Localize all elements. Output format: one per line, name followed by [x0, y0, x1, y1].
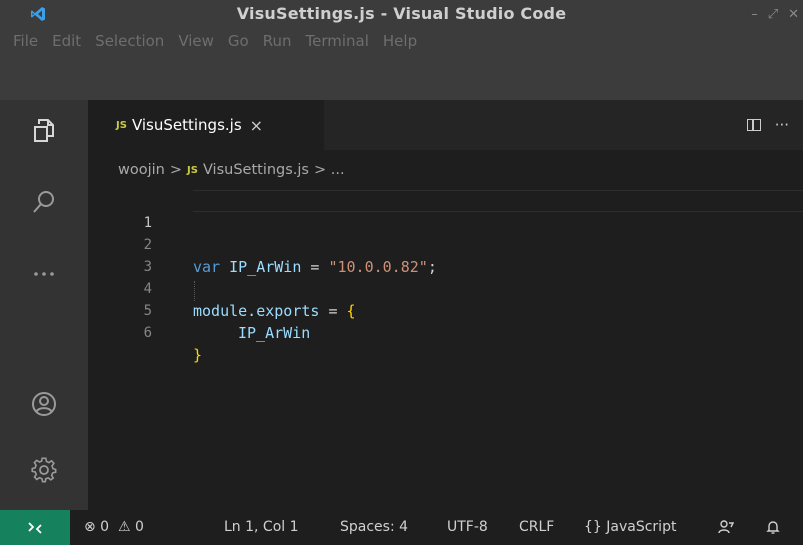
status-bar: ⊗ 0 ⚠ 0 Ln 1, Col 1 Spaces: 4 UTF-8 CRLF… [0, 510, 803, 545]
tab-close-icon[interactable]: × [250, 116, 263, 135]
notifications-bell-icon[interactable] [765, 510, 781, 545]
code-line: 3 [88, 234, 803, 275]
menu-help[interactable]: Help [376, 32, 424, 50]
code-line: 4 module.exports = { [88, 256, 803, 320]
more-actions-icon[interactable]: ··· [775, 116, 789, 134]
breadcrumb-folder[interactable]: woojin [118, 162, 165, 178]
close-window-icon[interactable]: ✕ [788, 7, 799, 22]
search-icon[interactable] [28, 186, 60, 218]
account-icon[interactable] [28, 388, 60, 420]
errors-count[interactable]: ⊗ 0 [84, 510, 109, 545]
line-number: 6 [143, 325, 152, 341]
code-text: IP_ArWin [238, 322, 310, 344]
code-line: 5 IP_ArWin [88, 278, 803, 342]
close-brace: } [193, 346, 203, 364]
tab-visusettings[interactable]: JS VisuSettings.js × [88, 100, 324, 150]
menu-terminal[interactable]: Terminal [299, 32, 376, 50]
indentation[interactable]: Spaces: 4 [340, 510, 408, 545]
menu-edit[interactable]: Edit [45, 32, 88, 50]
more-icon[interactable] [28, 258, 60, 290]
menu-selection[interactable]: Selection [88, 32, 171, 50]
code-line: 1 [88, 190, 803, 231]
split-editor-icon[interactable] [746, 119, 761, 131]
code-editor[interactable]: 1 2 var IP_ArWin = "10.0.0.82"; 3 4 modu… [88, 190, 803, 510]
title-bar: VisuSettings.js - Visual Studio Code – ⤢… [0, 0, 803, 28]
code-line: 2 var IP_ArWin = "10.0.0.82"; [88, 212, 803, 276]
editor-actions: ··· [746, 100, 789, 150]
menu-file[interactable]: File [6, 32, 45, 50]
breadcrumb-separator: > [169, 162, 183, 178]
menu-run[interactable]: Run [256, 32, 299, 50]
language-mode[interactable]: {} JavaScript [584, 510, 676, 545]
code-text: } [193, 344, 202, 366]
menu-bar: File Edit Selection View Go Run Terminal… [0, 28, 803, 100]
window-controls: – ⤢ ✕ [751, 0, 799, 28]
explorer-icon[interactable] [28, 114, 60, 146]
minimize-icon[interactable]: – [751, 7, 758, 22]
feedback-icon[interactable] [718, 510, 735, 545]
breadcrumb-symbols[interactable]: > ... [314, 162, 345, 178]
identifier: IP_ArWin [238, 324, 311, 342]
file-encoding[interactable]: UTF-8 [447, 510, 488, 545]
remote-indicator[interactable] [0, 510, 70, 545]
vscode-window: VisuSettings.js - Visual Studio Code – ⤢… [0, 0, 803, 545]
cursor-position[interactable]: Ln 1, Col 1 [224, 510, 299, 545]
warnings-count[interactable]: ⚠ 0 [118, 510, 144, 545]
javascript-file-icon: JS [116, 119, 127, 131]
manage-gear-icon[interactable] [28, 454, 60, 486]
menu-go[interactable]: Go [221, 32, 256, 50]
window-title: VisuSettings.js - Visual Studio Code [236, 4, 567, 23]
maximize-icon[interactable]: ⤢ [768, 7, 778, 22]
code-line: 6 } [88, 300, 803, 364]
indent-guide [194, 281, 195, 301]
editor-tabs: JS VisuSettings.js × ··· [88, 100, 803, 150]
breadcrumb-file[interactable]: VisuSettings.js [203, 162, 309, 178]
javascript-file-icon: JS [187, 164, 198, 176]
remote-icon [28, 521, 42, 534]
line-endings[interactable]: CRLF [519, 510, 554, 545]
activity-bar [0, 100, 88, 510]
tab-label: VisuSettings.js [131, 116, 242, 134]
breadcrumb: woojin > JS VisuSettings.js > ... [88, 150, 803, 190]
menu-view[interactable]: View [171, 32, 221, 50]
